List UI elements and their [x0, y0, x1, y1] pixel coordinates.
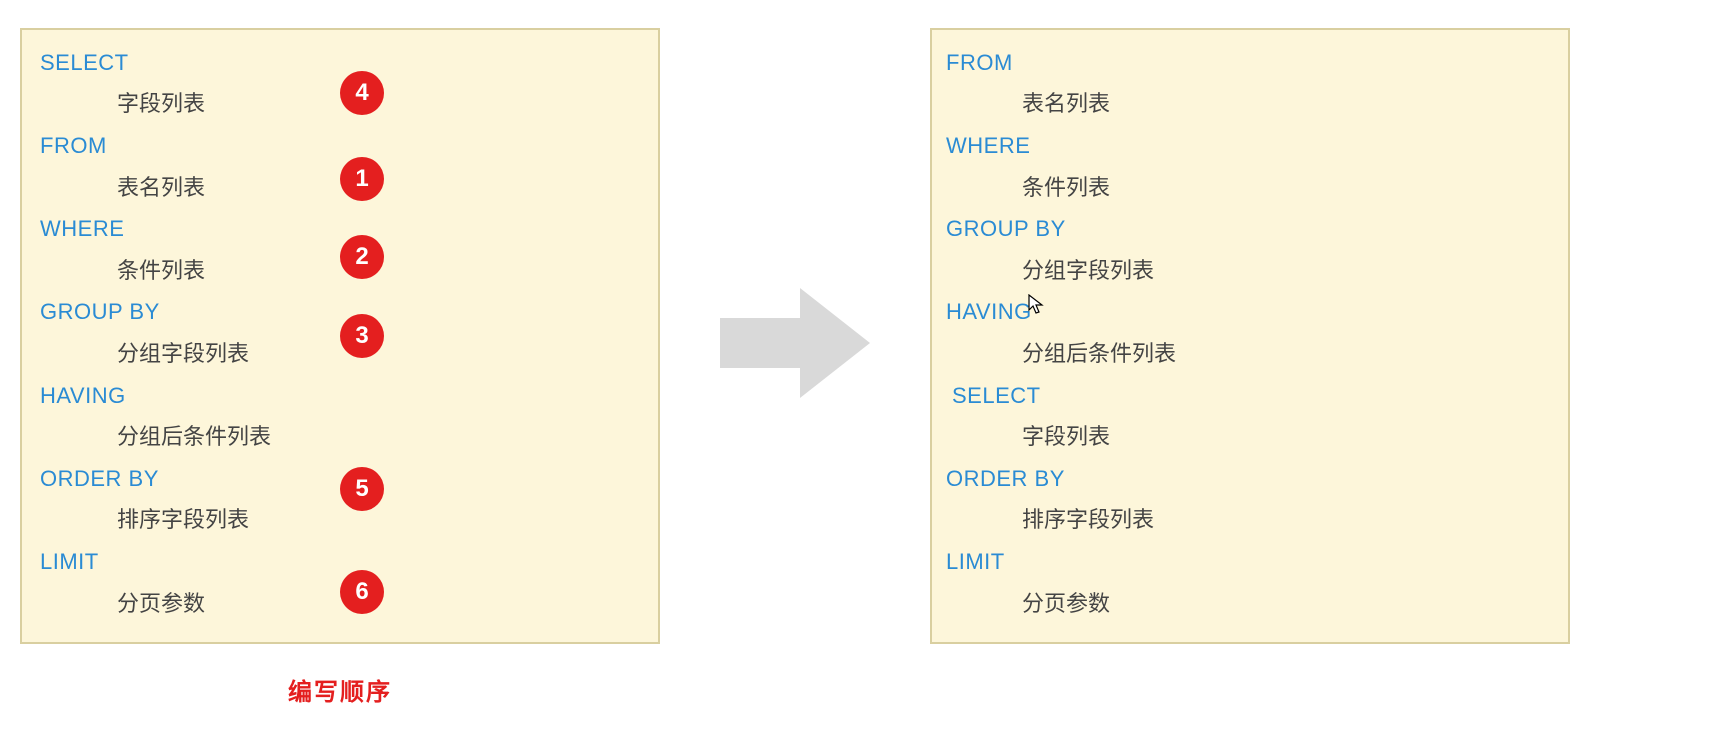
kw-where: WHERE: [22, 208, 658, 250]
desc2-orderby: 排序字段列表: [932, 500, 1568, 542]
order-badge-select: 4: [340, 71, 384, 115]
desc-orderby: 排序字段列表: [22, 500, 658, 542]
desc-having: 分组后条件列表: [22, 416, 658, 458]
caption-write-order: 编写顺序: [288, 672, 392, 707]
desc2-having: 分组后条件列表: [932, 333, 1568, 375]
left-column: SELECT 字段列表 FROM 表名列表 WHERE 条件列表 GROUP B…: [20, 28, 660, 707]
kw-groupby: GROUP BY: [22, 292, 658, 334]
order-badge-where: 2: [340, 235, 384, 279]
kw-select: SELECT: [22, 42, 658, 84]
desc2-where: 条件列表: [932, 167, 1568, 209]
order-badge-groupby: 3: [340, 314, 384, 358]
desc2-from: 表名列表: [932, 84, 1568, 126]
desc2-groupby: 分组字段列表: [932, 250, 1568, 292]
order-badge-limit: 6: [340, 570, 384, 614]
arrow-icon: [700, 288, 890, 398]
order-badge-orderby: 5: [340, 467, 384, 511]
kw2-groupby: GROUP BY: [932, 208, 1568, 250]
kw2-orderby: ORDER BY: [932, 458, 1568, 500]
kw-having: HAVING: [22, 375, 658, 417]
kw2-select: SELECT: [932, 375, 1568, 417]
right-column: FROM 表名列表 WHERE 条件列表 GROUP BY 分组字段列表 HAV…: [930, 28, 1570, 644]
desc2-limit: 分页参数: [932, 583, 1568, 625]
order-badge-from: 1: [340, 157, 384, 201]
kw2-from: FROM: [932, 42, 1568, 84]
kw2-limit: LIMIT: [932, 541, 1568, 583]
kw-from: FROM: [22, 125, 658, 167]
write-order-panel: SELECT 字段列表 FROM 表名列表 WHERE 条件列表 GROUP B…: [20, 28, 660, 644]
desc2-select: 字段列表: [932, 416, 1568, 458]
kw2-where: WHERE: [932, 125, 1568, 167]
kw-limit: LIMIT: [22, 541, 658, 583]
kw2-having: HAVING: [932, 292, 1568, 334]
exec-order-panel: FROM 表名列表 WHERE 条件列表 GROUP BY 分组字段列表 HAV…: [930, 28, 1570, 644]
